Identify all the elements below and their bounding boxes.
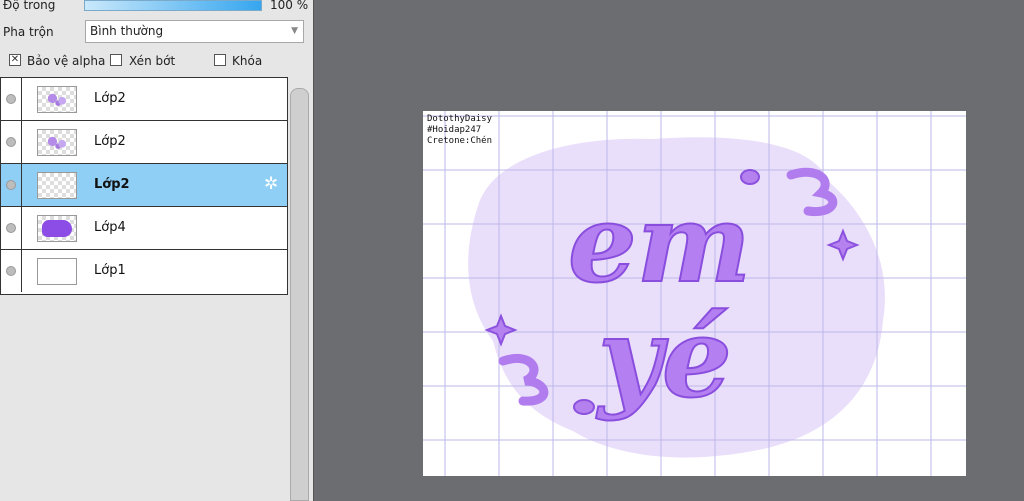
credit-line: DotothyDaisy [427, 114, 493, 124]
lettering-line1: em [568, 181, 751, 307]
layer-thumbnail [37, 258, 77, 285]
eye-dot-icon [6, 223, 16, 233]
layer-name: Lớp1 [94, 263, 126, 278]
opacity-label: Độ trong [3, 0, 56, 12]
canvas-artwork: em yé [423, 111, 966, 476]
visibility-toggle[interactable] [1, 121, 22, 163]
layer-list: Lớp2 Lớp2 Lớp2 ✲ Lớp4 Lớp1 [0, 77, 288, 295]
eye-dot-icon [6, 94, 16, 104]
eye-dot-icon [6, 180, 16, 190]
layer-name: Lớp2 [94, 177, 130, 192]
layer-thumbnail [37, 215, 77, 242]
layer-row[interactable]: Lớp4 [1, 207, 287, 250]
blend-mode-select[interactable]: Bình thường ▼ [85, 20, 304, 43]
layer-name: Lớp4 [94, 220, 126, 235]
lettering-line2: yé [595, 293, 732, 422]
layer-row[interactable]: Lớp2 [1, 121, 287, 164]
visibility-toggle[interactable] [1, 164, 22, 206]
layer-thumbnail [37, 129, 77, 156]
credit-line: #Hoidap247 [427, 125, 482, 135]
eye-dot-icon [6, 137, 16, 147]
layer-panel: Độ trong 100 % Pha trộn Bình thường ▼ ✕ … [0, 0, 314, 501]
layer-row-selected[interactable]: Lớp2 ✲ [1, 164, 287, 207]
layer-row[interactable]: Lớp2 [1, 78, 287, 121]
layer-row[interactable]: Lớp1 [1, 250, 287, 293]
drawing-canvas[interactable]: em yé DotothyDaisy #Hoidap247 Cretone:Ch… [423, 111, 966, 476]
chevron-down-icon: ▼ [291, 26, 298, 36]
lock-label: Khóa [232, 54, 263, 68]
layer-thumbnail [37, 172, 77, 199]
opacity-slider[interactable] [84, 0, 262, 11]
protect-alpha-checkbox[interactable]: ✕ [9, 54, 21, 66]
blend-mode-value: Bình thường [90, 24, 164, 38]
layer-name: Lớp2 [94, 134, 126, 149]
clip-label: Xén bớt [129, 54, 176, 68]
gear-icon[interactable]: ✲ [264, 176, 278, 193]
layer-name: Lớp2 [94, 91, 126, 106]
blend-label: Pha trộn [3, 25, 54, 39]
credit-line: Cretone:Chén [427, 136, 493, 146]
credits: DotothyDaisy #Hoidap247 Cretone:Chén [427, 114, 492, 147]
layer-scrollbar[interactable] [290, 88, 309, 501]
visibility-toggle[interactable] [1, 250, 22, 292]
layer-thumbnail [37, 86, 77, 113]
visibility-toggle[interactable] [1, 207, 22, 249]
visibility-toggle[interactable] [1, 78, 22, 120]
lock-checkbox[interactable] [214, 54, 226, 66]
eye-dot-icon [6, 266, 16, 276]
protect-alpha-label: Bảo vệ alpha [27, 54, 106, 68]
clip-checkbox[interactable] [110, 54, 122, 66]
opacity-value: 100 % [270, 0, 309, 12]
dot-bottom [573, 399, 595, 415]
